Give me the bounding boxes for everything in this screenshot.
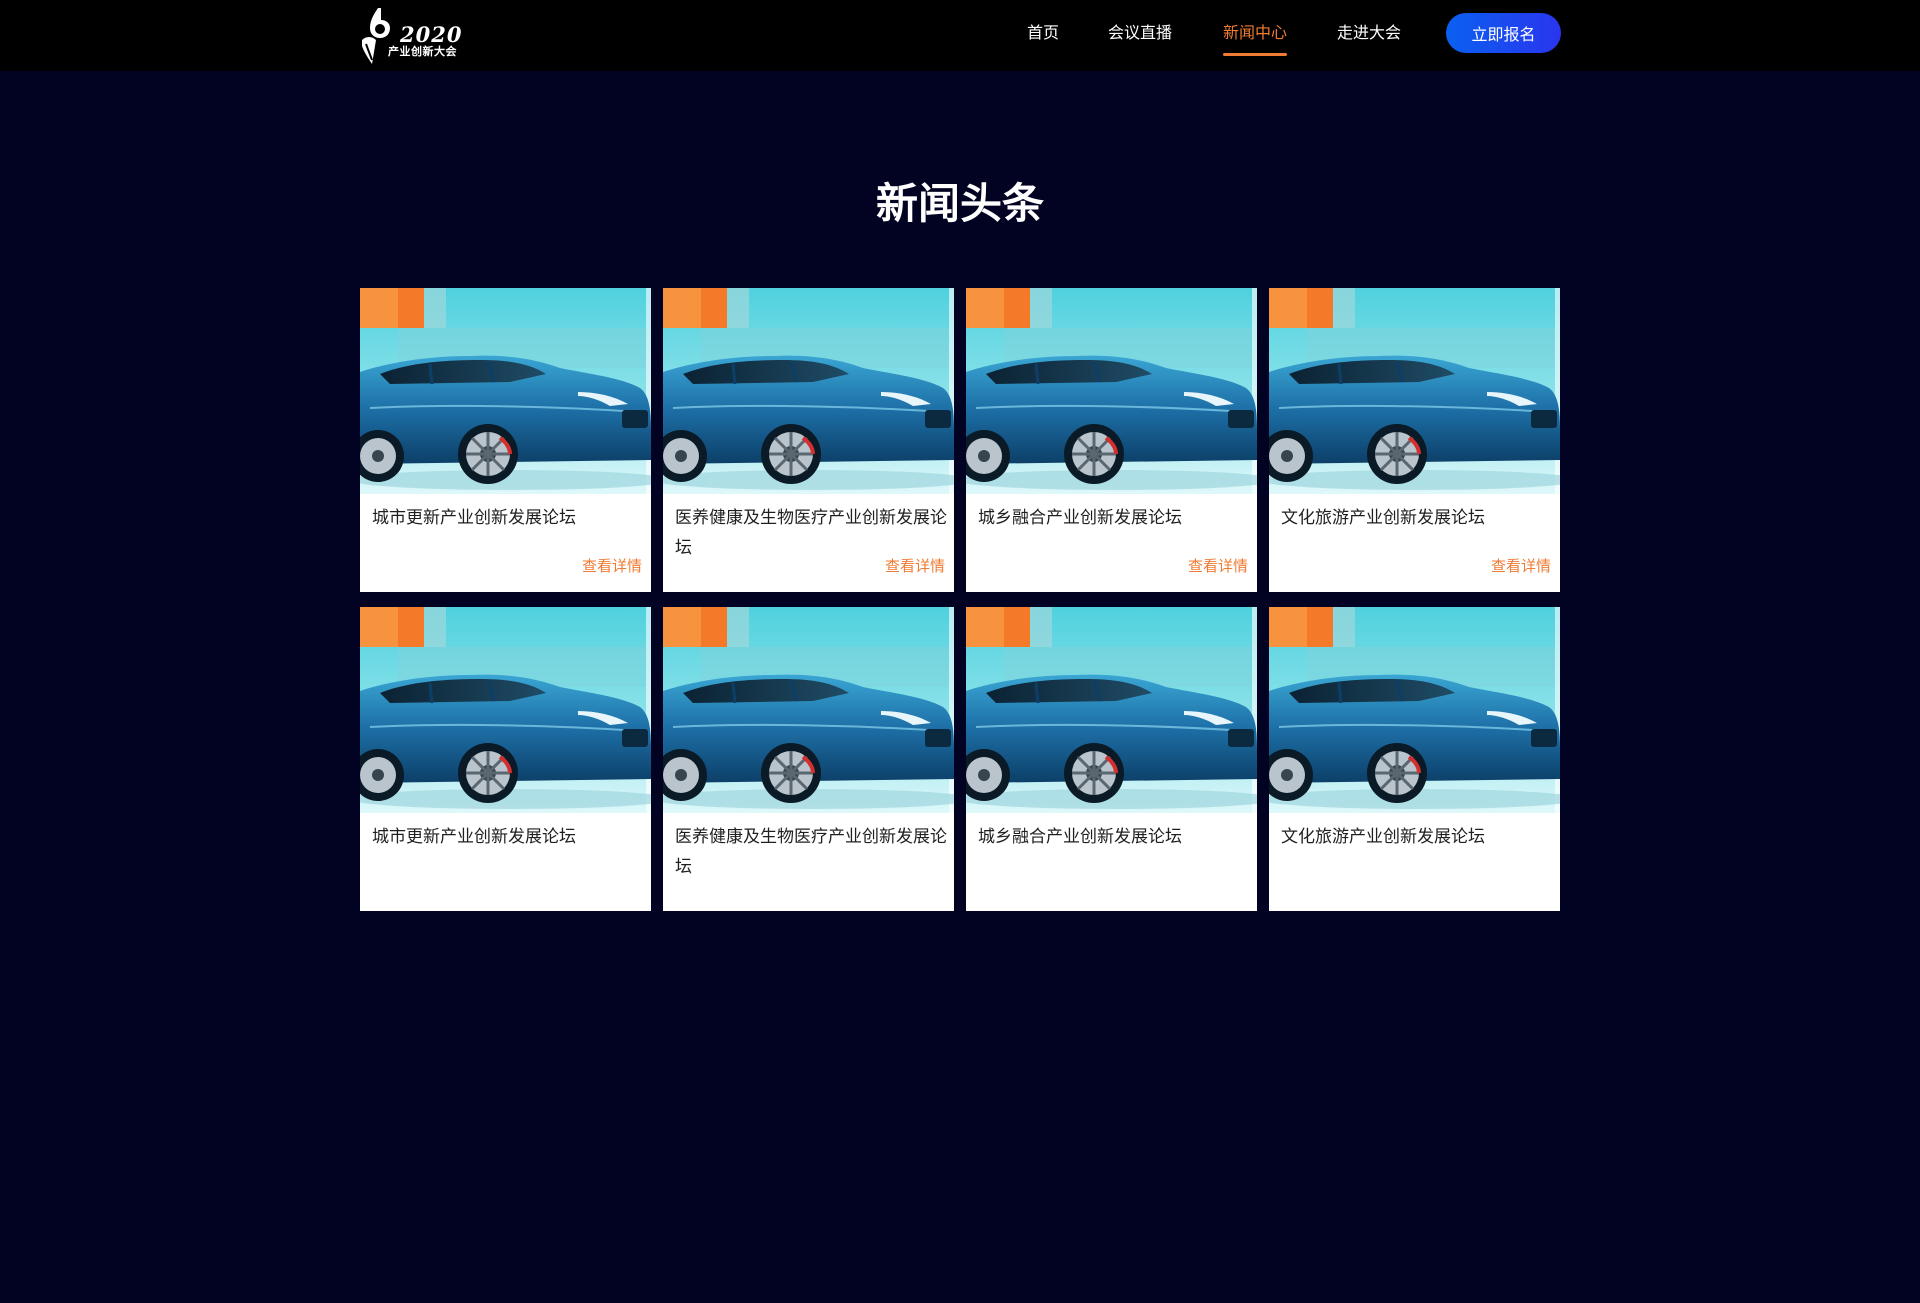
news-card[interactable]: 医养健康及生物医疗产业创新发展论坛 查看详情 (663, 288, 954, 592)
news-card-title: 城乡融合产业创新发展论坛 (978, 508, 1182, 528)
nav-item-news[interactable]: 新闻中心 (1223, 22, 1288, 56)
news-card-image (1269, 607, 1560, 813)
car-photo-icon (966, 607, 1257, 813)
car-photo-icon (663, 607, 954, 813)
news-card[interactable]: 文化旅游产业创新发展论坛 查看详情 (1269, 288, 1560, 592)
car-photo-icon (1269, 288, 1560, 494)
news-card-image (966, 288, 1257, 494)
news-card-title: 城乡融合产业创新发展论坛 (978, 827, 1182, 847)
news-card-title: 医养健康及生物医疗产业创新发展论坛 (675, 827, 947, 877)
nav-item-news-label: 新闻中心 (1223, 23, 1288, 42)
car-photo-icon (663, 288, 954, 494)
news-card-title: 文化旅游产业创新发展论坛 (1281, 508, 1485, 528)
page-title: 新闻头条 (875, 179, 1044, 228)
view-details-link[interactable]: 查看详情 (1188, 556, 1248, 576)
conference-logo[interactable]: 2020 产业创新大会 (360, 6, 466, 66)
nav-item-about[interactable]: 走进大会 (1337, 22, 1401, 44)
view-details-link[interactable]: 查看详情 (1491, 556, 1551, 576)
news-card[interactable]: 城市更新产业创新发展论坛 (360, 607, 651, 911)
car-photo-icon (1269, 607, 1560, 813)
signup-button[interactable]: 立即报名 (1446, 13, 1561, 53)
news-card-image (663, 607, 954, 813)
car-photo-icon (360, 607, 651, 813)
news-card-image (966, 607, 1257, 813)
car-photo-icon (966, 288, 1257, 494)
nav-item-home[interactable]: 首页 (1027, 22, 1059, 44)
car-photo-icon (360, 288, 651, 494)
top-header: 2020 产业创新大会 首页 会议直播 新闻中心 走进大会 立即报名 (0, 0, 1920, 71)
logo-text: 产业创新大会 (388, 45, 457, 58)
view-details-link[interactable]: 查看详情 (885, 556, 945, 576)
news-card-title: 城市更新产业创新发展论坛 (372, 827, 576, 847)
news-card-image (360, 607, 651, 813)
active-nav-underline (1223, 53, 1288, 56)
logo-year: 2020 (400, 22, 463, 47)
news-card[interactable]: 文化旅游产业创新发展论坛 (1269, 607, 1560, 911)
news-card[interactable]: 城乡融合产业创新发展论坛 (966, 607, 1257, 911)
nav-item-live[interactable]: 会议直播 (1108, 22, 1172, 44)
view-details-link[interactable]: 查看详情 (582, 556, 642, 576)
news-card-title: 医养健康及生物医疗产业创新发展论坛 (675, 508, 947, 558)
news-card-title: 城市更新产业创新发展论坛 (372, 508, 576, 528)
news-card-image (1269, 288, 1560, 494)
news-card-image (360, 288, 651, 494)
news-card-image (663, 288, 954, 494)
news-card[interactable]: 医养健康及生物医疗产业创新发展论坛 (663, 607, 954, 911)
news-card[interactable]: 城乡融合产业创新发展论坛 查看详情 (966, 288, 1257, 592)
news-card[interactable]: 城市更新产业创新发展论坛 查看详情 (360, 288, 651, 592)
news-card-title: 文化旅游产业创新发展论坛 (1281, 827, 1485, 847)
